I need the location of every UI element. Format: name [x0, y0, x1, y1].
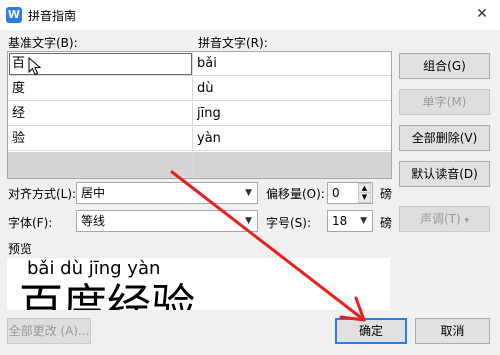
pinyin-cell-2[interactable]: dù [193, 77, 391, 101]
offset-label: 偏移量(O): [266, 187, 325, 201]
pinyin-text-header: 拼音文字(R): [198, 36, 268, 50]
window-title: 拼音指南 [28, 9, 77, 23]
chevron-down-icon: ▼ [245, 216, 252, 226]
modify-all-button[interactable]: 全部更改 (A)... [7, 318, 91, 344]
font-select[interactable]: 等线 ▼ [76, 210, 258, 232]
align-select[interactable]: 居中 ▼ [76, 182, 258, 204]
tone-button-label: 声调(T) [419, 212, 461, 226]
preview-label: 预览 [8, 242, 33, 256]
base-cell-4[interactable]: 验 [8, 127, 193, 151]
size-value: 18 [332, 214, 348, 228]
app-icon: W [6, 7, 22, 23]
preview-pinyin: bǎi dù jīng yàn [27, 258, 161, 279]
combine-button[interactable]: 组合(G) [399, 53, 490, 79]
offset-value: 0 [332, 186, 340, 200]
pinyin-cell-4[interactable]: yàn [193, 127, 391, 151]
offset-stepper[interactable]: 0 ▲ ▼ [327, 182, 373, 204]
tone-button[interactable]: 声调(T) ▾ [399, 206, 490, 232]
default-reading-button[interactable]: 默认读音(D) [399, 161, 490, 187]
mouse-cursor-icon [28, 57, 42, 76]
font-label: 字体(F): [8, 216, 53, 230]
chevron-down-icon: ▼ [245, 188, 252, 198]
base-cell-empty [8, 152, 193, 178]
offset-unit: 磅 [380, 187, 393, 201]
align-label: 对齐方式(L): [8, 187, 77, 201]
preview-box: bǎi dù jīng yàn 百度经验 [7, 258, 390, 310]
ok-button[interactable]: 确定 [335, 318, 407, 344]
pinyin-grid: 百 bǎi 度 dù 经 jīng 验 yàn [7, 51, 392, 179]
spin-down-icon[interactable]: ▼ [358, 192, 371, 203]
preview-characters: 百度经验 [19, 280, 195, 311]
font-value: 等线 [81, 214, 106, 228]
pinyin-cell-3[interactable]: jīng [193, 102, 391, 126]
close-icon[interactable]: ✕ [472, 4, 492, 24]
base-cell-2[interactable]: 度 [8, 77, 193, 101]
size-select[interactable]: 18 ▼ [327, 210, 373, 232]
title-bar: W 拼音指南 ✕ [0, 0, 500, 30]
size-unit: 磅 [380, 216, 393, 230]
chevron-down-icon: ▾ [464, 216, 470, 226]
delete-all-button[interactable]: 全部删除(V) [399, 125, 490, 151]
single-char-button[interactable]: 单字(M) [399, 89, 490, 115]
chevron-down-icon: ▼ [360, 216, 367, 226]
size-label: 字号(S): [266, 216, 312, 230]
pinyin-cell-empty [193, 152, 391, 178]
base-cell-3[interactable]: 经 [8, 102, 193, 126]
pinyin-cell-1[interactable]: bǎi [193, 52, 391, 76]
align-value: 居中 [81, 186, 106, 200]
base-text-header: 基准文字(B): [8, 36, 78, 50]
cancel-button[interactable]: 取消 [415, 318, 490, 344]
